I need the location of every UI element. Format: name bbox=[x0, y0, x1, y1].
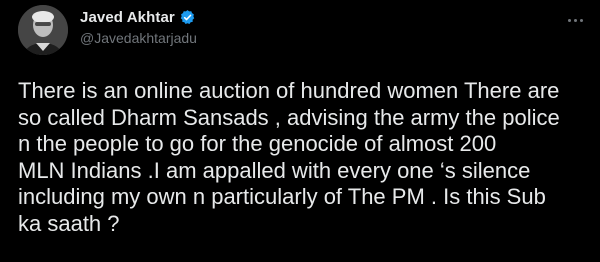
tweet-text-line: ka saath ? bbox=[18, 210, 120, 236]
avatar-photo-icon bbox=[18, 5, 68, 55]
verified-badge-icon bbox=[179, 9, 196, 26]
tweet-text-line: including my own n particularly of The P… bbox=[18, 184, 546, 209]
tweet-card: Javed Akhtar @Javedakhtarjadu There is a… bbox=[0, 0, 600, 262]
author-display-name[interactable]: Javed Akhtar bbox=[80, 9, 175, 26]
tweet-text-line: There is an online auction of hundred wo… bbox=[18, 78, 560, 103]
author-avatar[interactable] bbox=[18, 5, 68, 55]
tweet-text-line: n the people to go for the genocide of a… bbox=[18, 131, 497, 156]
tweet-text-line: MLN Indians .I am appalled with every on… bbox=[18, 157, 531, 183]
author-name-row: Javed Akhtar bbox=[80, 6, 196, 28]
tweet-text: There is an online auction of hundred wo… bbox=[18, 78, 600, 237]
tweet-text-line: so called Dharm Sansads , advising the a… bbox=[18, 104, 560, 130]
more-options-icon[interactable] bbox=[562, 10, 588, 30]
author-handle[interactable]: @Javedakhtarjadu bbox=[80, 30, 197, 46]
